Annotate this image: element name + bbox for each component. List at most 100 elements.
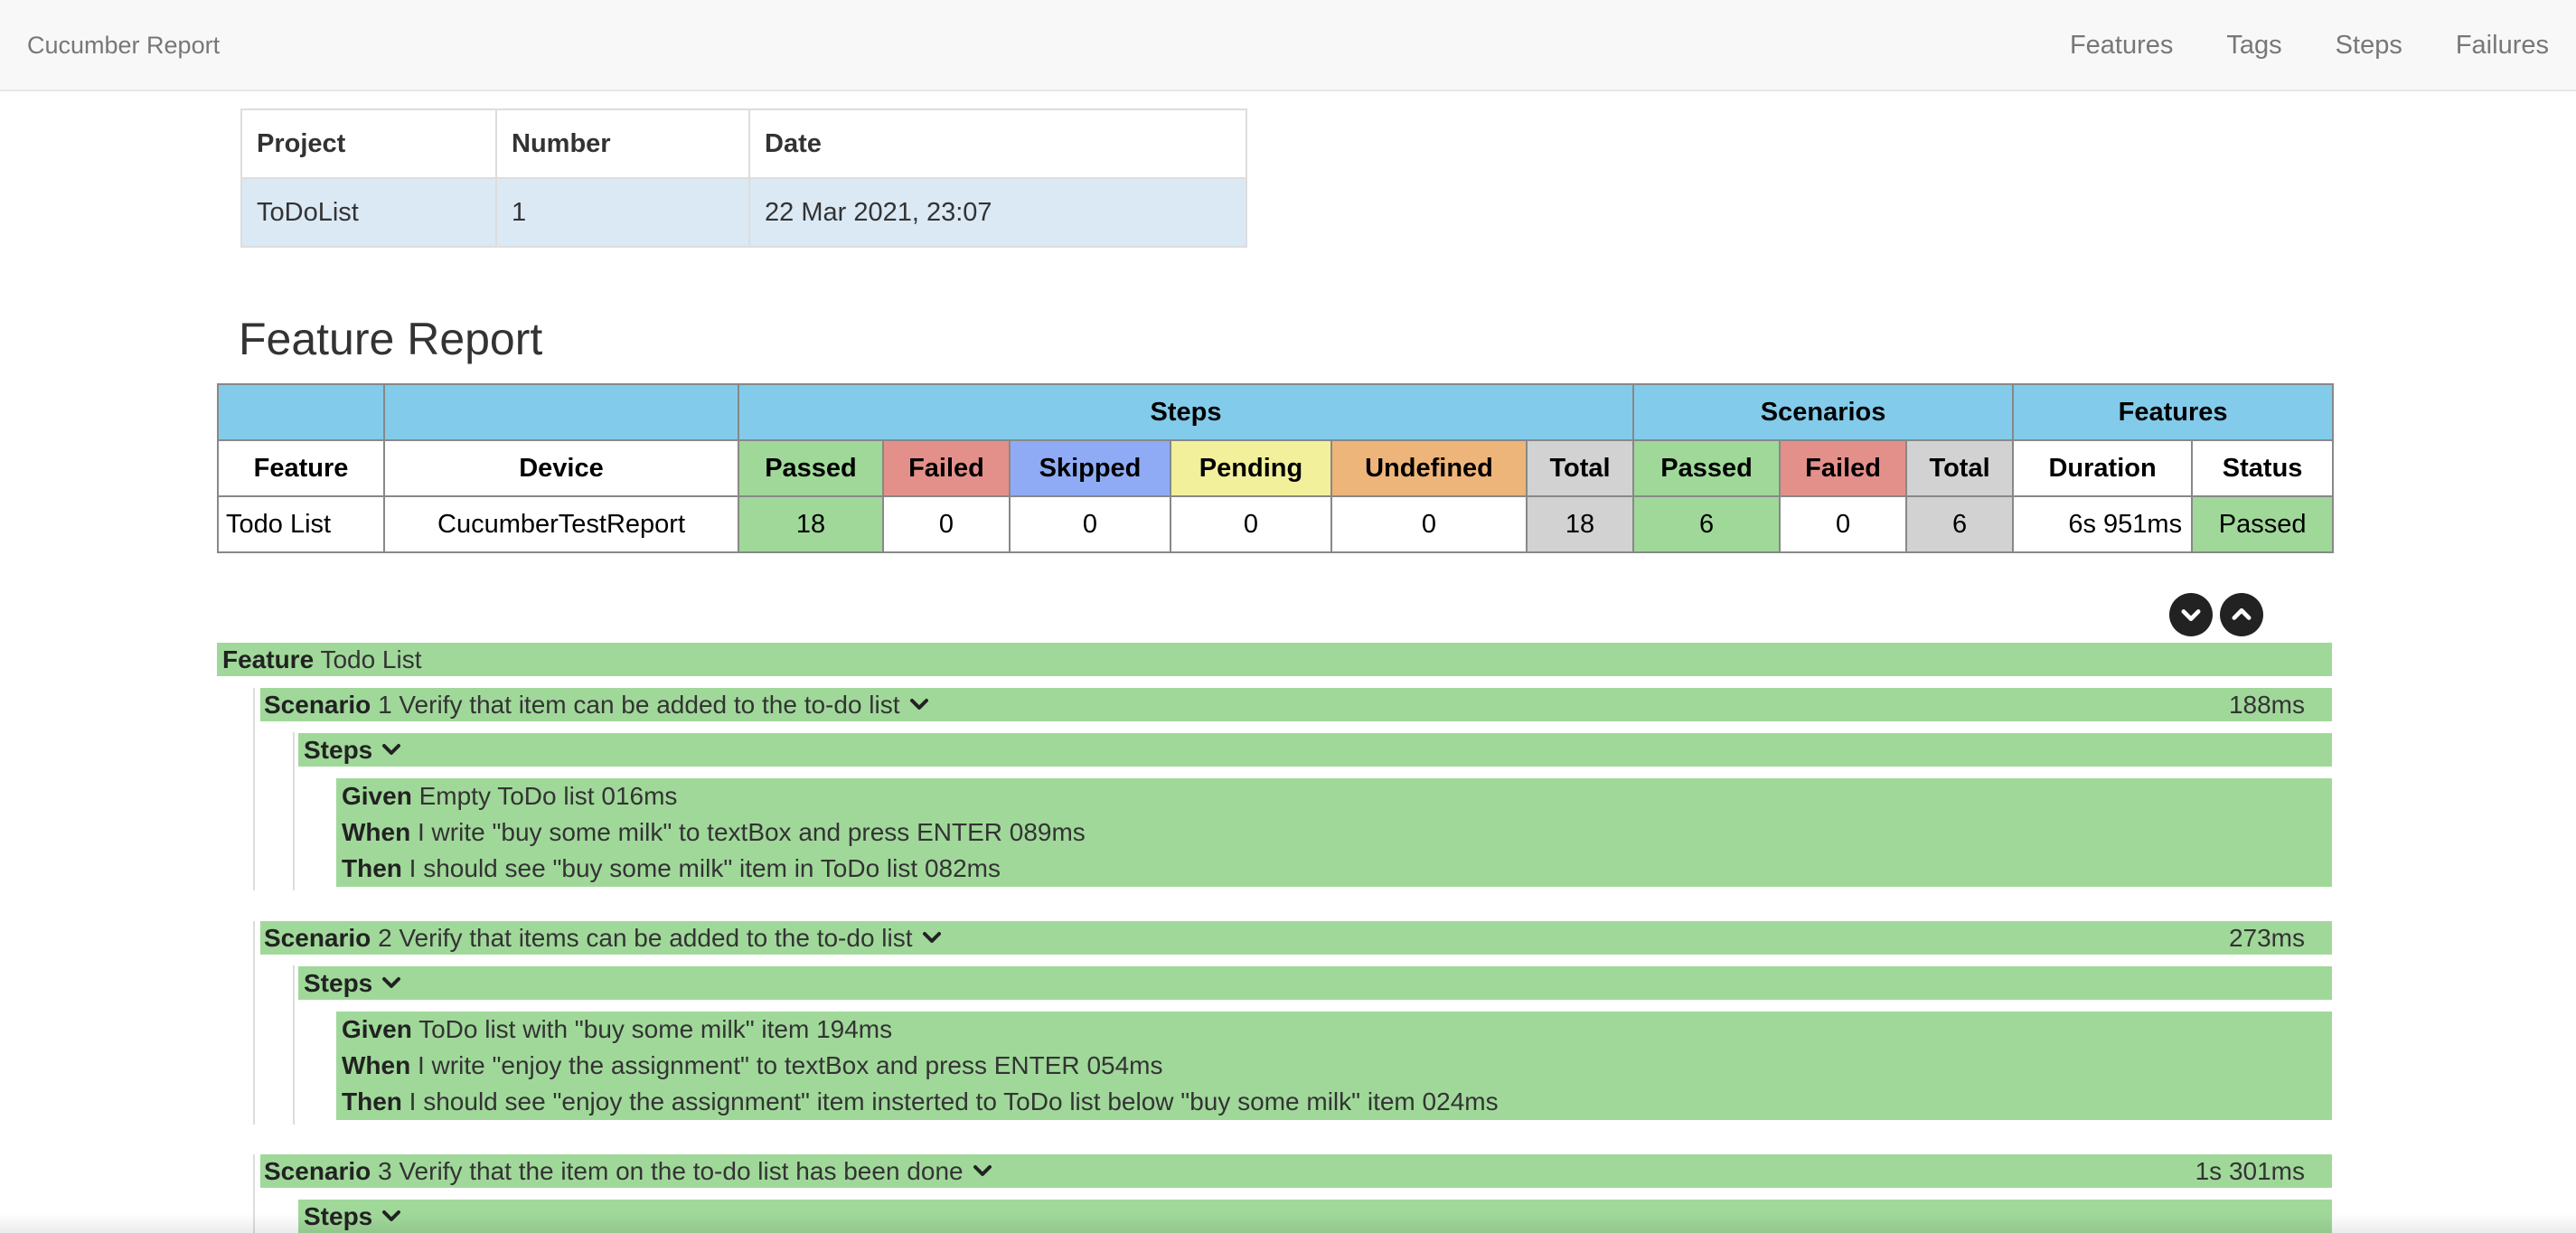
duration-cell: 6s 951ms — [2012, 495, 2194, 553]
date-value: 22 Mar 2021, 23:07 — [748, 177, 1247, 248]
list-item: Then I should see "enjoy the assignment"… — [336, 1084, 2332, 1120]
col-steps-failed[interactable]: Failed — [882, 439, 1011, 497]
col-device[interactable]: Device — [383, 439, 739, 497]
steps-header[interactable]: Steps — [298, 966, 2332, 1000]
stats-group-row: Steps Scenarios Features — [217, 383, 2335, 441]
group-scenarios: Scenarios — [1632, 383, 2015, 441]
steps-skipped-cell: 0 — [1009, 495, 1171, 553]
col-scenarios-passed[interactable]: Passed — [1632, 439, 1782, 497]
step-text: I should see "buy some milk" item in ToD… — [409, 854, 918, 882]
scroll-shadow — [0, 1213, 2576, 1233]
step-duration: 054ms — [1086, 1051, 1163, 1079]
group-features: Features — [2012, 383, 2335, 441]
scenario-name: 2 Verify that items can be added to the … — [378, 924, 913, 952]
number-value: 1 — [495, 177, 750, 248]
col-steps-passed[interactable]: Passed — [738, 439, 884, 497]
col-steps-undefined[interactable]: Undefined — [1330, 439, 1528, 497]
stats-header-row: Feature Device Passed Failed Skipped Pen… — [217, 439, 2335, 497]
group-steps: Steps — [737, 383, 1635, 441]
feature-header[interactable]: Feature Todo List — [217, 643, 2332, 676]
step-text: ToDo list with "buy some milk" item — [418, 1015, 810, 1043]
chevron-down-icon — [2181, 609, 2201, 621]
chevron-down-icon[interactable] — [381, 976, 401, 991]
col-status[interactable]: Status — [2191, 439, 2335, 497]
nav-steps[interactable]: Steps — [2336, 0, 2402, 90]
col-duration[interactable]: Duration — [2012, 439, 2194, 497]
tree-guide — [253, 921, 255, 1125]
status-cell: Passed — [2191, 495, 2335, 553]
scenario-header[interactable]: Scenario 3 Verify that the item on the t… — [260, 1154, 2332, 1188]
scenario-duration: 273ms — [2228, 924, 2305, 952]
page-title: Feature Report — [239, 314, 543, 364]
step-duration: 016ms — [601, 782, 678, 810]
collapse-all-button[interactable] — [2220, 593, 2263, 636]
step-duration: 024ms — [1422, 1087, 1499, 1115]
col-scenarios-total[interactable]: Total — [1905, 439, 2015, 497]
header-number: Number — [495, 108, 750, 179]
steps-pending-cell: 0 — [1170, 495, 1332, 553]
steps-passed-cell: 18 — [738, 495, 884, 553]
col-feature[interactable]: Feature — [217, 439, 385, 497]
list-item: Given ToDo list with "buy some milk" ite… — [336, 1012, 2332, 1048]
chevron-down-icon[interactable] — [381, 743, 401, 758]
steps-failed-cell: 0 — [882, 495, 1011, 553]
col-steps-total[interactable]: Total — [1525, 439, 1635, 497]
nav-failures[interactable]: Failures — [2456, 0, 2549, 90]
steps-label: Steps — [304, 736, 373, 764]
expand-all-button[interactable] — [2169, 593, 2213, 636]
scenario-header[interactable]: Scenario 1 Verify that item can be added… — [260, 688, 2332, 721]
tree-guide — [253, 688, 255, 890]
navbar: Cucumber Report Features Tags Steps Fail… — [0, 0, 2576, 91]
group-blank-feature — [217, 383, 385, 441]
nav-links: Features Tags Steps Failures — [2070, 0, 2576, 90]
scenario-duration: 188ms — [2228, 691, 2305, 719]
feature-name: Todo List — [320, 645, 422, 673]
col-steps-pending[interactable]: Pending — [1170, 439, 1332, 497]
project-value: ToDoList — [240, 177, 497, 248]
step-keyword: When — [342, 818, 411, 846]
feature-name-cell[interactable]: Todo List — [217, 495, 385, 553]
step-keyword: Given — [342, 782, 412, 810]
build-info-header-row: Project Number Date — [240, 108, 1247, 179]
scenario-name: 3 Verify that the item on the to-do list… — [378, 1157, 964, 1185]
scenario-keyword: Scenario — [264, 924, 371, 952]
steps-label: Steps — [304, 969, 373, 997]
list-item: Given Empty ToDo list 016ms — [336, 778, 2332, 814]
scenario-duration: 1s 301ms — [2195, 1157, 2305, 1185]
brand-link[interactable]: Cucumber Report — [27, 0, 220, 90]
scenario-keyword: Scenario — [264, 1157, 371, 1185]
step-keyword: Then — [342, 854, 402, 882]
list-item: When I write "enjoy the assignment" to t… — [336, 1048, 2332, 1084]
list-item: When I write "buy some milk" to textBox … — [336, 814, 2332, 851]
chevron-down-icon[interactable] — [922, 931, 942, 946]
chevron-down-icon[interactable] — [973, 1164, 992, 1179]
build-info-row: ToDoList 1 22 Mar 2021, 23:07 — [240, 177, 1247, 248]
header-project: Project — [240, 108, 497, 179]
steps-header[interactable]: Steps — [298, 733, 2332, 767]
nav-features[interactable]: Features — [2070, 0, 2173, 90]
chevron-up-icon — [2232, 608, 2252, 620]
steps-undefined-cell: 0 — [1330, 495, 1528, 553]
header-date: Date — [748, 108, 1247, 179]
steps-total-cell: 18 — [1525, 495, 1635, 553]
tree-guide — [293, 965, 295, 1125]
scenario-name: 1 Verify that item can be added to the t… — [378, 691, 900, 719]
step-keyword: Then — [342, 1087, 402, 1115]
scenarios-failed-cell: 0 — [1779, 495, 1908, 553]
col-scenarios-failed[interactable]: Failed — [1779, 439, 1908, 497]
chevron-down-icon[interactable] — [909, 698, 929, 712]
nav-tags[interactable]: Tags — [2226, 0, 2281, 90]
scenarios-passed-cell: 6 — [1632, 495, 1782, 553]
step-duration: 082ms — [924, 854, 1001, 882]
steps-list: Given Empty ToDo list 016ms When I write… — [336, 778, 2332, 887]
col-steps-skipped[interactable]: Skipped — [1009, 439, 1171, 497]
scenario-header[interactable]: Scenario 2 Verify that items can be adde… — [260, 921, 2332, 955]
step-duration: 194ms — [816, 1015, 893, 1043]
list-item: Then I should see "buy some milk" item i… — [336, 851, 2332, 887]
steps-list: Given ToDo list with "buy some milk" ite… — [336, 1012, 2332, 1120]
step-keyword: Given — [342, 1015, 412, 1043]
feature-keyword: Feature — [222, 645, 315, 673]
group-blank-device — [383, 383, 739, 441]
scenario-keyword: Scenario — [264, 691, 371, 719]
tree-guide — [293, 732, 295, 890]
